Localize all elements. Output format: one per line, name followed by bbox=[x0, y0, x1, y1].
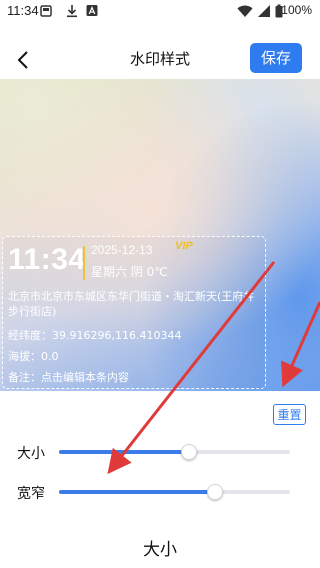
nav-bar: 水印样式 保存 bbox=[0, 40, 320, 78]
watermark-note: 备注：点击编辑本条内容 bbox=[8, 371, 129, 384]
tab-size[interactable]: 大小 bbox=[0, 535, 320, 560]
watermark-address: 北京市北京市东城区东华门街道・淘汇新天(王府井步行街店) bbox=[8, 290, 255, 318]
width-slider[interactable] bbox=[59, 484, 290, 500]
watermark-divider bbox=[83, 246, 85, 280]
watermark-coordinates: 经纬度：39.916296,116.410344 bbox=[8, 329, 182, 342]
watermark-altitude: 海拔：0.0 bbox=[8, 350, 59, 363]
controls-panel: 重置 大小 宽窄 大小 bbox=[0, 392, 320, 568]
signal-icon bbox=[258, 5, 270, 17]
watermark-weather: 星期六 阴 0℃ bbox=[91, 265, 168, 279]
width-slider-fill bbox=[59, 490, 214, 494]
size-slider-thumb[interactable] bbox=[181, 444, 198, 460]
app-notification-icon bbox=[86, 5, 98, 16]
watermark-overlay[interactable]: 11:34 2025-12-13 VIP 星期六 阴 0℃ 北京市北京市东城区东… bbox=[2, 236, 266, 389]
watermark-time: 11:34 bbox=[8, 243, 86, 276]
reset-button[interactable]: 重置 bbox=[273, 404, 306, 425]
size-slider[interactable] bbox=[59, 444, 290, 460]
notification-box-icon bbox=[40, 5, 52, 17]
width-slider-thumb[interactable] bbox=[206, 484, 223, 500]
width-label: 宽窄 bbox=[17, 486, 45, 502]
battery-percent: 100% bbox=[281, 3, 312, 17]
size-slider-fill bbox=[59, 450, 189, 454]
status-time: 11:34 bbox=[7, 3, 39, 18]
vip-badge: VIP bbox=[175, 240, 193, 252]
watermark-date: 2025-12-13 bbox=[91, 243, 153, 257]
status-bar: 11:34 100% bbox=[0, 0, 320, 24]
save-button[interactable]: 保存 bbox=[250, 43, 302, 73]
download-icon bbox=[67, 5, 77, 18]
size-label: 大小 bbox=[17, 446, 45, 462]
wifi-icon bbox=[237, 5, 253, 17]
